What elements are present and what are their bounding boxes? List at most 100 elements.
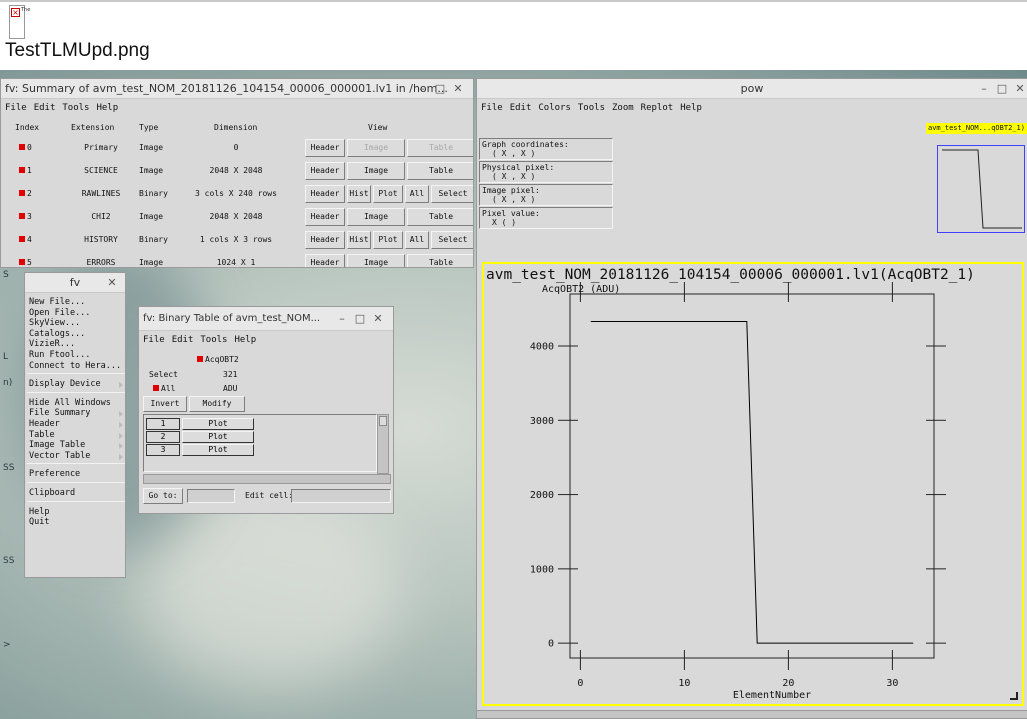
goto-button[interactable]: Go to: bbox=[143, 488, 183, 504]
row-header-button[interactable]: Header bbox=[305, 139, 345, 157]
chart-title: avm_test_NOM_20181126_104154_00006_00000… bbox=[486, 267, 975, 283]
resize-handle-icon[interactable] bbox=[1010, 692, 1018, 700]
row-table-button[interactable]: Table bbox=[407, 208, 473, 226]
maximize-icon[interactable]: □ bbox=[431, 79, 449, 98]
menu-edit[interactable]: Edit bbox=[510, 103, 532, 113]
row-plot-button[interactable]: Plot bbox=[182, 431, 254, 443]
binary-titlebar[interactable]: fv: Binary Table of avm_test_NOM... – □ ✕ bbox=[139, 307, 393, 331]
row-all-button[interactable]: All bbox=[405, 231, 429, 249]
scroll-up-icon[interactable] bbox=[379, 416, 387, 426]
fv-menu-vizier[interactable]: VizieR... bbox=[29, 339, 75, 349]
menu-help[interactable]: Help bbox=[680, 103, 702, 113]
menu-help[interactable]: Help bbox=[96, 103, 118, 113]
row-header-button[interactable]: Header bbox=[305, 162, 345, 180]
menu-tools[interactable]: Tools bbox=[62, 103, 89, 113]
menu-edit[interactable]: Edit bbox=[34, 103, 56, 113]
close-icon[interactable]: ✕ bbox=[369, 307, 387, 330]
menu-help[interactable]: Help bbox=[234, 335, 256, 345]
menu-zoom[interactable]: Zoom bbox=[612, 103, 634, 113]
menu-separator bbox=[27, 373, 125, 375]
close-icon[interactable]: ✕ bbox=[449, 79, 467, 98]
row-image-button[interactable]: Image bbox=[347, 254, 405, 267]
fv-menu-file-summary[interactable]: File Summary bbox=[29, 408, 90, 418]
menu-tools[interactable]: Tools bbox=[200, 335, 227, 345]
goto-input[interactable] bbox=[187, 489, 235, 503]
fv-menu-skyview[interactable]: SkyView... bbox=[29, 318, 80, 328]
fv-menu-open-file[interactable]: Open File... bbox=[29, 308, 90, 318]
row-marker[interactable] bbox=[19, 144, 25, 150]
row-marker[interactable] bbox=[19, 190, 25, 196]
select-all[interactable]: All bbox=[153, 384, 175, 393]
maximize-icon[interactable]: □ bbox=[351, 307, 369, 330]
fv-menu-quit[interactable]: Quit bbox=[29, 517, 49, 527]
pow-titlebar[interactable]: pow – □ ✕ bbox=[477, 79, 1027, 99]
row-marker[interactable] bbox=[19, 259, 25, 265]
row-index: 2 bbox=[19, 189, 32, 198]
minimize-icon[interactable]: – bbox=[333, 307, 351, 330]
menu-file[interactable]: File bbox=[481, 103, 503, 113]
fv-menu-clipboard[interactable]: Clipboard bbox=[29, 488, 75, 498]
fv-menu-hide-all-windows[interactable]: Hide All Windows bbox=[29, 398, 111, 408]
row-header-button[interactable]: Header bbox=[305, 231, 345, 249]
row-image-button[interactable]: Image bbox=[347, 162, 405, 180]
menu-tools[interactable]: Tools bbox=[578, 103, 605, 113]
fv-menu-titlebar[interactable]: fv ✕ bbox=[25, 273, 125, 293]
fv-menu-preference[interactable]: Preference bbox=[29, 469, 80, 479]
row-hist-button[interactable]: Hist bbox=[347, 185, 371, 203]
row-all-button[interactable]: All bbox=[405, 185, 429, 203]
fv-menu-connect-to-hera[interactable]: Connect to Hera... bbox=[29, 361, 121, 371]
row-extension: ERRORS bbox=[86, 258, 116, 267]
row-header-button[interactable]: Header bbox=[305, 208, 345, 226]
row-marker[interactable] bbox=[19, 236, 25, 242]
pow-horizontal-scrollbar[interactable] bbox=[477, 710, 1027, 718]
column-select-marker[interactable] bbox=[197, 356, 203, 362]
fv-menu-image-table[interactable]: Image Table bbox=[29, 440, 85, 450]
fv-menu-run-ftool[interactable]: Run Ftool... bbox=[29, 350, 90, 360]
row-header-button[interactable]: Header bbox=[305, 254, 345, 267]
fv-menu-table[interactable]: Table bbox=[29, 430, 55, 440]
row-plot-button[interactable]: Plot bbox=[182, 418, 254, 430]
maximize-icon[interactable]: □ bbox=[993, 79, 1011, 98]
editcell-input[interactable] bbox=[291, 489, 391, 503]
row-marker[interactable] bbox=[19, 213, 25, 219]
menu-edit[interactable]: Edit bbox=[172, 335, 194, 345]
row-plot-button[interactable]: Plot bbox=[373, 231, 403, 249]
row-plot-button[interactable]: Plot bbox=[182, 444, 254, 456]
select-all-marker[interactable] bbox=[153, 385, 159, 391]
fv-menu-vector-table[interactable]: Vector Table bbox=[29, 451, 90, 461]
fv-menu-catalogs[interactable]: Catalogs... bbox=[29, 329, 85, 339]
row-marker[interactable] bbox=[19, 167, 25, 173]
fv-menu-help[interactable]: Help bbox=[29, 507, 49, 517]
minimize-icon[interactable]: – bbox=[413, 79, 431, 98]
summary-titlebar[interactable]: fv: Summary of avm_test_NOM_20181126_104… bbox=[1, 79, 473, 99]
col-header-dimension: Dimension bbox=[214, 123, 258, 132]
fv-menu-display-device[interactable]: Display Device bbox=[29, 379, 101, 389]
close-icon[interactable]: ✕ bbox=[103, 273, 121, 292]
row-table-button[interactable]: Table bbox=[407, 254, 473, 267]
graph-preview-thumbnail[interactable] bbox=[937, 145, 1025, 233]
row-extension: Primary bbox=[84, 143, 118, 152]
menu-separator bbox=[27, 482, 125, 483]
menu-replot[interactable]: Replot bbox=[641, 103, 674, 113]
row-plot-button[interactable]: Plot bbox=[373, 185, 403, 203]
column-name[interactable]: AcqOBT2 bbox=[197, 355, 239, 364]
row-select-button[interactable]: Select bbox=[431, 185, 473, 203]
plot-frame[interactable]: avm_test_NOM_20181126_104154_00006_00000… bbox=[482, 262, 1024, 706]
row-image-button[interactable]: Image bbox=[347, 208, 405, 226]
fv-menu-header[interactable]: Header bbox=[29, 419, 60, 429]
minimize-icon[interactable]: – bbox=[975, 79, 993, 98]
horizontal-scrollbar[interactable] bbox=[143, 474, 391, 484]
row-header-button[interactable]: Header bbox=[305, 185, 345, 203]
graph-tag-label[interactable]: avm_test_NOM...qOBT2_1) bbox=[926, 123, 1027, 134]
row-select-button[interactable]: Select bbox=[431, 231, 473, 249]
menu-colors[interactable]: Colors bbox=[538, 103, 571, 113]
close-icon[interactable]: ✕ bbox=[1011, 79, 1027, 98]
modify-button[interactable]: Modify bbox=[189, 396, 245, 412]
row-hist-button[interactable]: Hist bbox=[347, 231, 371, 249]
invert-button[interactable]: Invert bbox=[143, 396, 187, 412]
menu-file[interactable]: File bbox=[5, 103, 27, 113]
vertical-scrollbar[interactable] bbox=[377, 414, 389, 474]
fv-menu-new-file[interactable]: New File... bbox=[29, 297, 85, 307]
menu-file[interactable]: File bbox=[143, 335, 165, 345]
row-table-button[interactable]: Table bbox=[407, 162, 473, 180]
